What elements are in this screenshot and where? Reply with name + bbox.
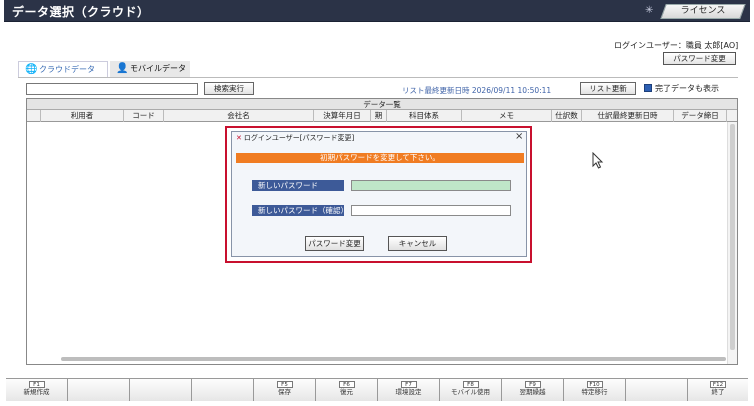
fkey-f7[interactable]: F7 環境設定 (378, 379, 440, 401)
column-header-period[interactable]: 期 (371, 110, 387, 122)
fkey-f1[interactable]: F1 新規作成 (6, 379, 68, 401)
fkey-f6[interactable]: F6 復元 (316, 379, 378, 401)
fkey-f9-label: 翌期繰越 (519, 388, 546, 396)
column-header-code[interactable]: コード (124, 110, 164, 122)
list-refresh-button[interactable]: リスト更新 (580, 82, 636, 95)
scrollbar-thumb[interactable] (730, 124, 735, 350)
search-input[interactable] (26, 83, 198, 95)
fkey-f10-key: F10 (586, 381, 603, 388)
tab-mobile-data-label: モバイルデータ (130, 64, 186, 73)
fkey-f10[interactable]: F10 特定移行 (564, 379, 626, 401)
tab-cloud-data-label: クラウドデータ (39, 65, 95, 74)
tab-divider (18, 77, 738, 78)
show-completed-checkbox[interactable]: 完了データも表示 (644, 83, 719, 95)
fkey-f12-key: F12 (710, 381, 726, 388)
fkey-f9[interactable]: F9 翌期繰越 (502, 379, 564, 401)
column-header-user[interactable]: 利用者 (41, 110, 124, 122)
fkey-f5-label: 保存 (278, 388, 291, 396)
fkey-f9-key: F9 (524, 381, 541, 388)
license-button[interactable]: ライセンス (660, 4, 746, 19)
login-user-label: ログインユーザー：職員 太郎[AO] (614, 41, 739, 50)
fkey-f4[interactable] (192, 379, 254, 401)
column-header-fiscal-date[interactable]: 決算年月日 (314, 110, 371, 122)
fkey-f8[interactable]: F8 モバイル使用 (440, 379, 502, 401)
sparkle-icon: ✳ (645, 5, 654, 16)
horizontal-scrollbar[interactable] (61, 357, 726, 361)
fkey-f7-key: F7 (400, 381, 417, 388)
fkey-f3[interactable] (130, 379, 192, 401)
fkey-f6-label: 復元 (340, 388, 353, 396)
column-header-select[interactable] (27, 110, 41, 122)
function-key-bar: F1 新規作成 F5 保存 F6 復元 F7 環境設定 F8 モバイル使用 F9 翌期繰越 … (6, 378, 748, 401)
fkey-f5-key: F5 (276, 381, 293, 388)
fkey-f11[interactable] (626, 379, 688, 401)
highlight-frame (225, 126, 532, 263)
tab-mobile-data[interactable]: 👤 モバイルデータ (110, 61, 190, 77)
table-header: 利用者 コード 会社名 決算年月日 期 科目体系 メモ 仕訳数 仕訳最終更新日時… (27, 110, 737, 122)
app-window: データ選択（クラウド） ✳ ライセンス ログインユーザー：職員 太郎[AO] パ… (4, 0, 750, 404)
column-header-journal-count[interactable]: 仕訳数 (552, 110, 582, 122)
fkey-f10-label: 特定移行 (581, 388, 608, 396)
window-title: データ選択（クラウド） (12, 5, 150, 19)
table-caption: データ一覧 (27, 99, 737, 110)
checkbox-checked-icon[interactable] (644, 84, 652, 92)
mouse-cursor-icon (592, 152, 604, 169)
fkey-f8-key: F8 (462, 381, 479, 388)
fkey-f12-label: 終了 (711, 388, 725, 396)
password-change-button[interactable]: パスワード変更 (663, 52, 736, 65)
fkey-f7-label: 環境設定 (395, 388, 422, 396)
license-button-label: ライセンス (680, 6, 726, 16)
column-header-memo[interactable]: メモ (462, 110, 552, 122)
title-bar: データ選択（クラウド） ✳ ライセンス (4, 0, 750, 22)
column-header-journal-updated[interactable]: 仕訳最終更新日時 (582, 110, 674, 122)
column-header-closing-date[interactable]: データ締日 (674, 110, 727, 122)
show-completed-label: 完了データも表示 (655, 84, 719, 93)
person-icon: 👤 (116, 63, 129, 74)
column-header-company[interactable]: 会社名 (164, 110, 314, 122)
fkey-f1-key: F1 (28, 381, 45, 388)
list-updated-timestamp: リスト最終更新日時 2026/09/11 10:50:11 (402, 86, 552, 95)
fkey-f1-label: 新規作成 (23, 388, 50, 396)
fkey-f8-label: モバイル使用 (451, 388, 490, 396)
fkey-f2[interactable] (68, 379, 130, 401)
vertical-scrollbar[interactable] (727, 122, 737, 364)
globe-icon: 🌐 (25, 64, 38, 75)
column-header-account-system[interactable]: 科目体系 (387, 110, 462, 122)
search-button[interactable]: 検索実行 (204, 82, 254, 95)
fkey-f5[interactable]: F5 保存 (254, 379, 316, 401)
fkey-f6-key: F6 (338, 381, 355, 388)
tab-cloud-data[interactable]: 🌐 クラウドデータ (18, 61, 108, 77)
fkey-f12[interactable]: F12 終了 (688, 379, 748, 401)
